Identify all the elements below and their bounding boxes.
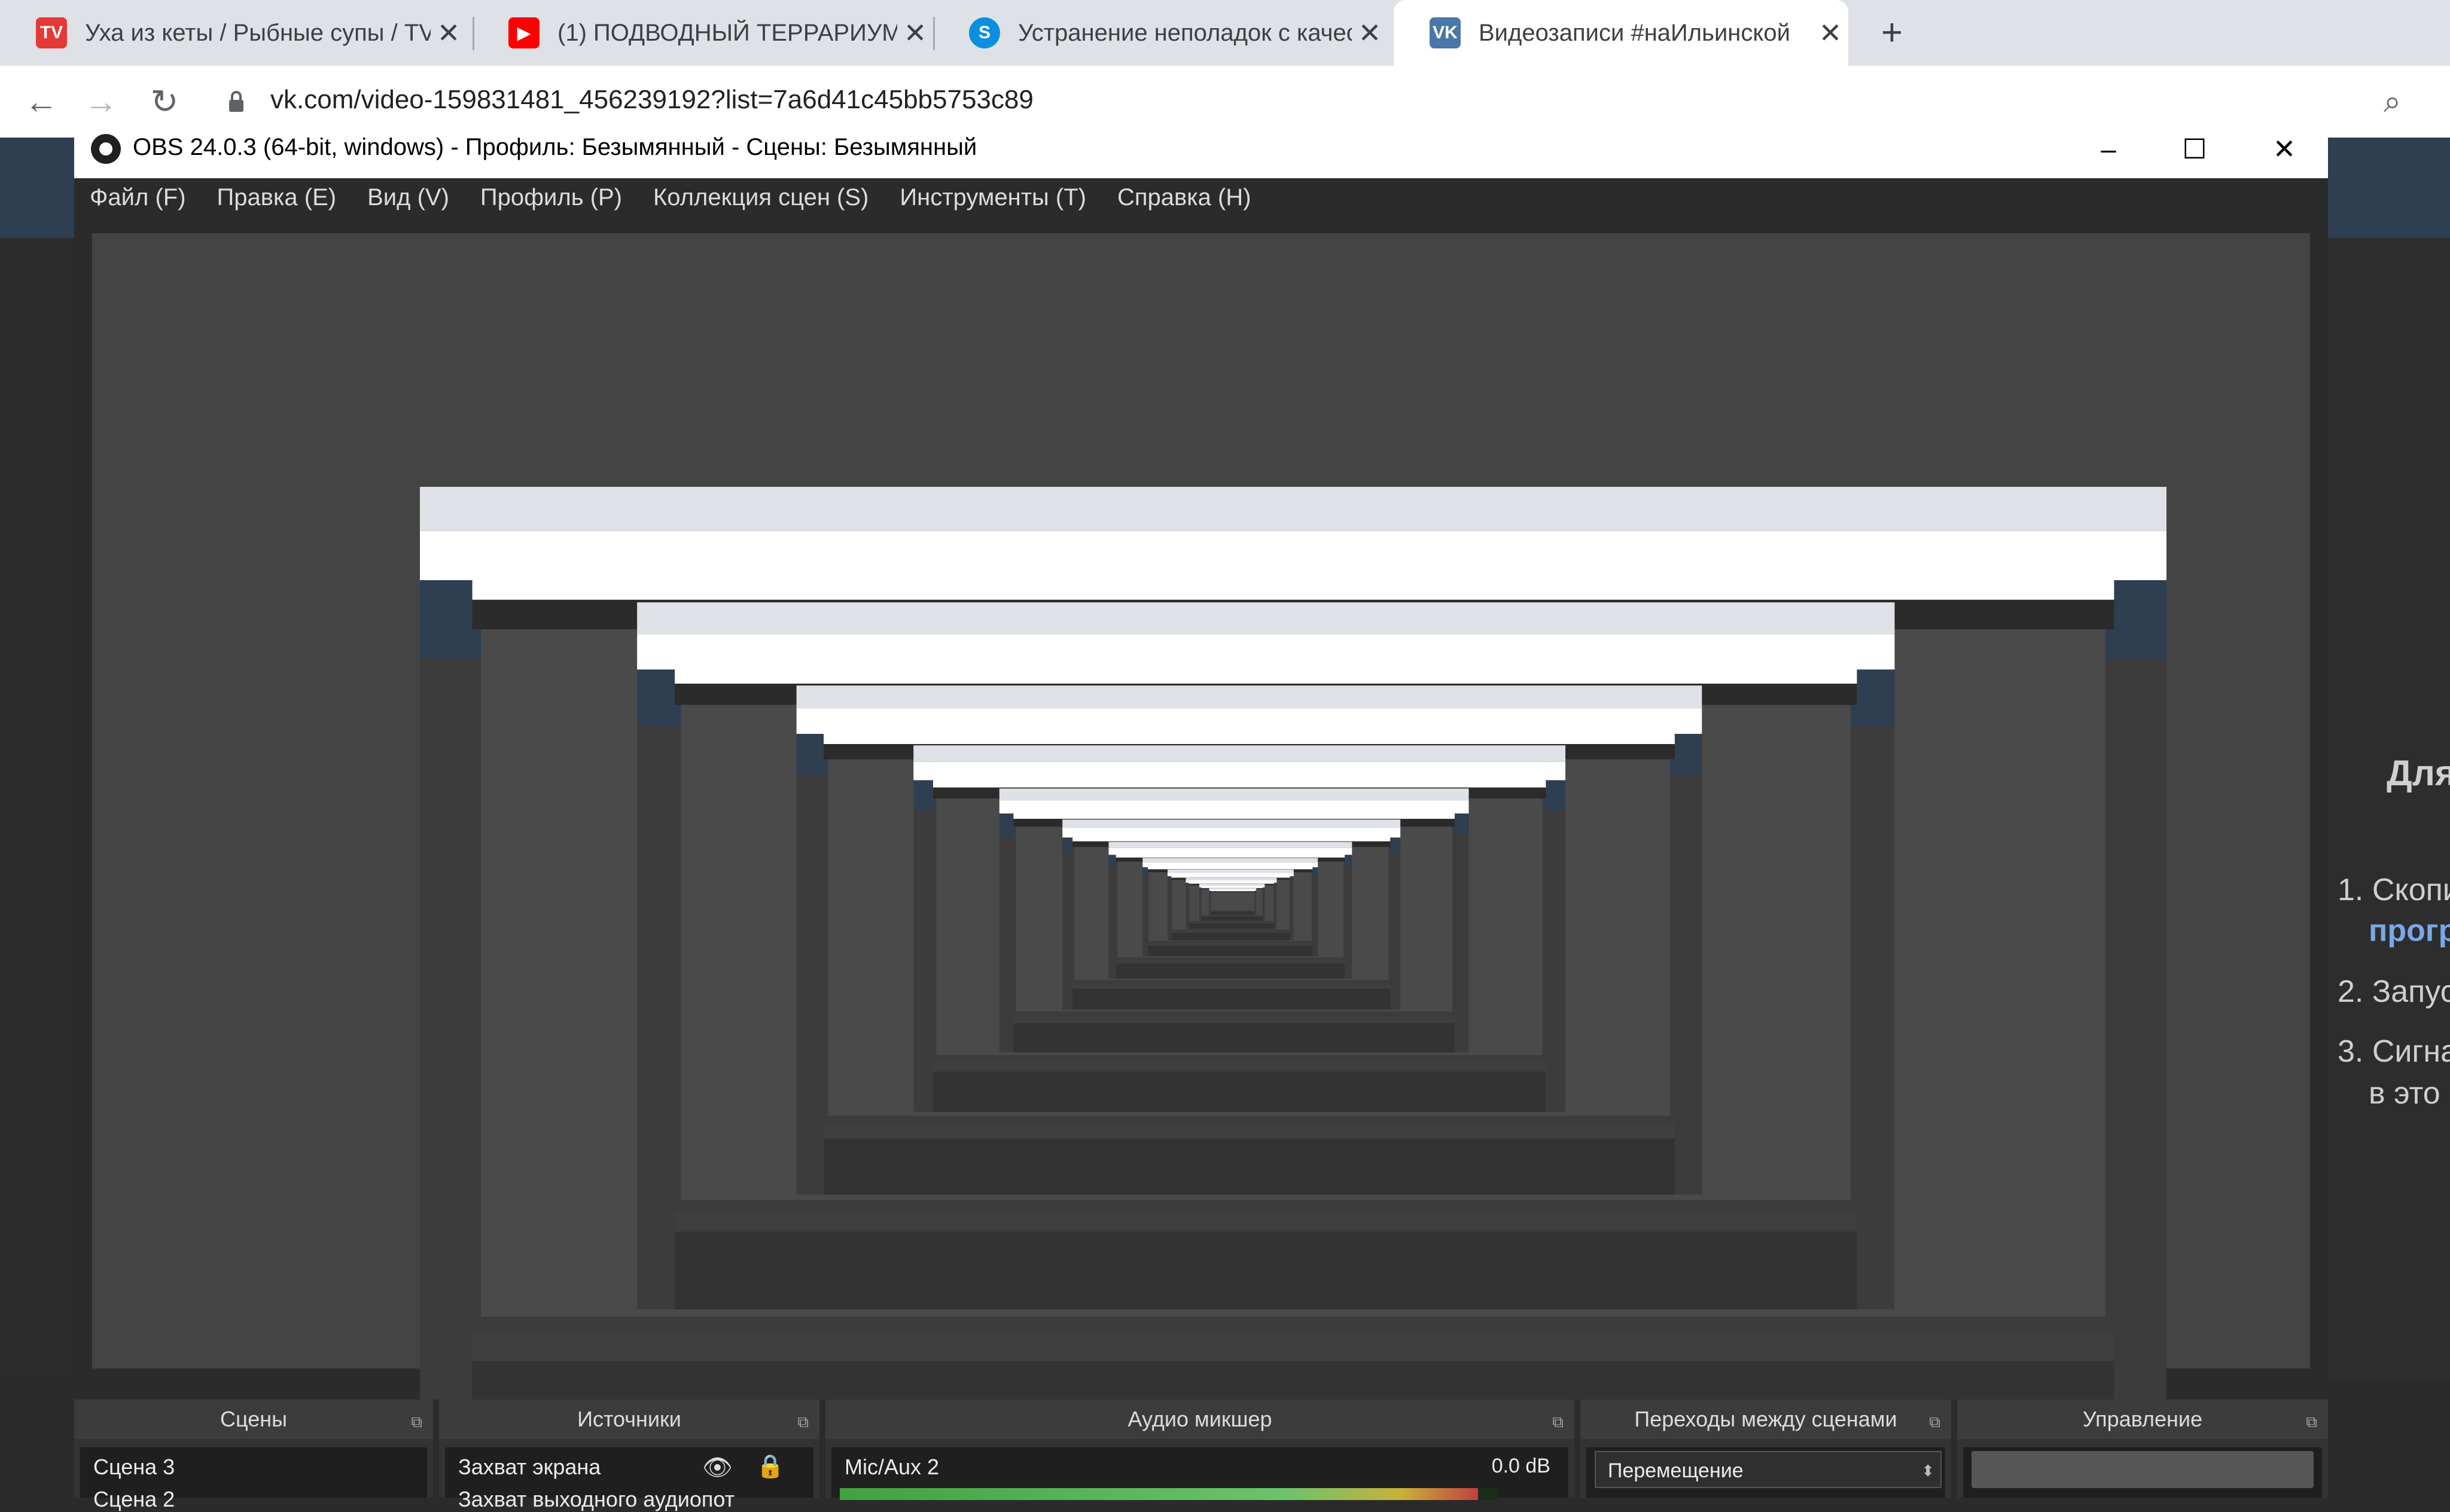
page-heading: Для — [2387, 753, 2450, 793]
menu-edit[interactable]: Правка (E) — [202, 178, 352, 220]
dock-title: Переходы между сценами ⧉ — [1580, 1400, 1951, 1439]
back-icon[interactable]: ← — [14, 78, 68, 126]
audio-meter-fill — [840, 1488, 1478, 1500]
tab-label: (1) ПОДВОДНЫЙ ТЕРРАРИУМ, Р — [557, 19, 897, 46]
maximize-icon[interactable]: ☐ — [2174, 128, 2216, 170]
menu-tools[interactable]: Инструменты (T) — [884, 178, 1102, 220]
sources-list: Захват экрана Захват выходного аудиопот … — [445, 1447, 813, 1511]
forward-icon[interactable]: → — [74, 78, 128, 126]
browser-tab-strip: TV Уха из кеты / Рыбные супы / TV ✕ ▶ (1… — [0, 0, 2450, 66]
source-item[interactable]: Захват выходного аудиопот — [458, 1487, 735, 1512]
page-step-1: 1. Скопи — [2338, 873, 2450, 907]
audio-mixer-dock: Аудио микшер ⧉ Mic/Aux 2 0.0 dB — [825, 1400, 1574, 1500]
spinner-icon: ⬍ — [1921, 1462, 1934, 1480]
obs-window: OBS 24.0.3 (64-bit, windows) - Профиль: … — [74, 120, 2328, 1511]
nested-capture-frame — [1209, 888, 1257, 915]
zoom-icon[interactable]: ⌕ — [2384, 84, 2401, 120]
dock-title: Аудио микшер ⧉ — [825, 1400, 1574, 1439]
scenes-list: Сцена 3 Сцена 2 — [80, 1447, 427, 1511]
mixer-body: Mic/Aux 2 0.0 dB — [831, 1447, 1568, 1500]
controls-body — [1963, 1447, 2322, 1498]
lock-icon — [229, 91, 243, 112]
dock-title: Управление ⧉ — [1957, 1400, 2328, 1439]
obs-title-bar: OBS 24.0.3 (64-bit, windows) - Профиль: … — [74, 120, 2328, 178]
page-right-panel: Для 1. Скопи прогр 2. Запус 3. Сигна в э… — [2327, 238, 2450, 1378]
obs-logo-icon — [91, 134, 121, 164]
tv-icon: TV — [36, 17, 67, 48]
browser-tab-1[interactable]: TV Уха из кеты / Рыбные супы / TV ✕ — [0, 0, 467, 66]
controls-dock: Управление ⧉ — [1957, 1400, 2328, 1498]
lock-icon[interactable]: 🔒 — [756, 1453, 784, 1480]
skype-icon: S — [969, 17, 1000, 48]
start-streaming-button[interactable] — [1971, 1451, 2314, 1488]
close-icon[interactable]: ✕ — [2263, 128, 2305, 170]
tab-label: Видеозаписи #наИльинской — [1479, 19, 1790, 46]
scene-item[interactable]: Сцена 2 — [93, 1487, 175, 1512]
tab-label: Устранение неполадок с качест — [1018, 19, 1352, 46]
float-icon[interactable]: ⧉ — [2306, 1402, 2317, 1441]
new-tab-button[interactable]: + — [1871, 12, 1913, 54]
obs-preview[interactable] — [92, 233, 2310, 1469]
scene-item[interactable]: Сцена 3 — [93, 1455, 175, 1480]
address-bar[interactable]: vk.com/video-159831481_456239192?list=7a… — [270, 85, 1034, 115]
menu-profile[interactable]: Профиль (P) — [465, 178, 638, 220]
mixer-level: 0.0 dB — [1491, 1455, 1550, 1477]
float-icon[interactable]: ⧉ — [1552, 1402, 1564, 1441]
float-icon[interactable]: ⧉ — [411, 1402, 422, 1441]
close-icon[interactable]: ✕ — [897, 17, 933, 49]
page-step-3-cont: в это — [2369, 1076, 2440, 1111]
dock-title: Сцены ⧉ — [74, 1400, 433, 1439]
youtube-icon: ▶ — [508, 17, 540, 48]
close-icon[interactable]: ✕ — [1352, 17, 1388, 49]
menu-help[interactable]: Справка (H) — [1102, 178, 1267, 220]
float-icon[interactable]: ⧉ — [797, 1402, 809, 1441]
minimize-icon[interactable]: – — [2088, 128, 2129, 170]
menu-scene-collection[interactable]: Коллекция сцен (S) — [638, 178, 884, 220]
close-icon[interactable]: ✕ — [431, 17, 467, 49]
transitions-dock: Переходы между сценами ⧉ Перемещение ⬍ — [1580, 1400, 1951, 1498]
vk-icon: VK — [1430, 17, 1461, 48]
float-icon[interactable]: ⧉ — [1929, 1402, 1940, 1441]
reload-icon[interactable]: ↻ — [138, 78, 191, 126]
source-item[interactable]: Захват экрана — [458, 1455, 601, 1480]
dock-title: Источники ⧉ — [439, 1400, 819, 1439]
recursive-capture-preview — [420, 487, 2166, 1469]
menu-view[interactable]: Вид (V) — [352, 178, 465, 220]
obs-menu-bar: Файл (F) Правка (E) Вид (V) Профиль (P) … — [74, 178, 2328, 220]
page-step-2: 2. Запус — [2338, 974, 2450, 1009]
browser-tab-4[interactable]: VK Видеозаписи #наИльинской ✕ — [1394, 0, 1848, 66]
mixer-channel-name: Mic/Aux 2 — [845, 1455, 940, 1479]
eye-icon[interactable]: 👁 — [702, 1453, 733, 1481]
sources-dock: Источники ⧉ Захват экрана Захват выходног… — [439, 1400, 819, 1511]
menu-file[interactable]: Файл (F) — [74, 178, 202, 220]
audio-meter — [840, 1488, 1498, 1500]
close-icon[interactable]: ✕ — [1812, 17, 1848, 49]
tab-label: Уха из кеты / Рыбные супы / TV — [85, 19, 431, 46]
window-title: OBS 24.0.3 (64-bit, windows) - Профиль: … — [133, 134, 977, 160]
transitions-body: Перемещение ⬍ — [1586, 1447, 1945, 1498]
transition-select[interactable]: Перемещение ⬍ — [1595, 1451, 1942, 1488]
browser-tab-3[interactable]: S Устранение неполадок с качест ✕ — [933, 0, 1388, 66]
page-step-1-link[interactable]: прогр — [2369, 913, 2450, 949]
page-step-3: 3. Сигна — [2338, 1034, 2450, 1069]
obs-docks: Сцены ⧉ Сцена 3 Сцена 2 Источники ⧉ Захват… — [74, 1400, 2328, 1511]
scenes-dock: Сцены ⧉ Сцена 3 Сцена 2 — [74, 1400, 433, 1511]
browser-tab-2[interactable]: ▶ (1) ПОДВОДНЫЙ ТЕРРАРИУМ, Р ✕ — [473, 0, 933, 66]
